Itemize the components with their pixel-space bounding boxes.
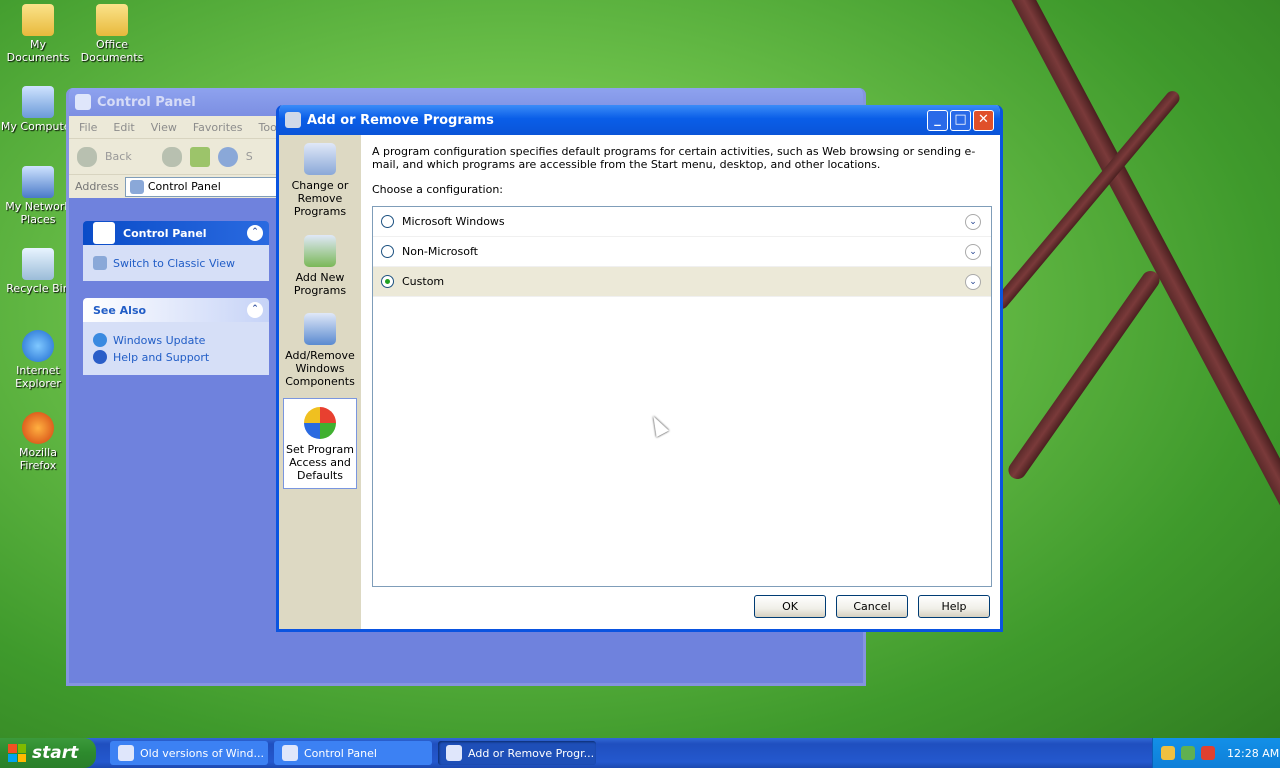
control-panel-checkmark-icon <box>93 222 115 244</box>
help-icon <box>93 350 107 364</box>
my-computer-icon <box>22 86 54 118</box>
radio-button[interactable] <box>381 215 394 228</box>
address-label: Address <box>75 180 119 193</box>
sidebar-program-access-defaults[interactable]: Set Program Access and Defaults <box>283 398 357 489</box>
desktop-icon-office-documents[interactable]: Office Documents <box>74 4 150 64</box>
taskbar: start Old versions of Wind... Control Pa… <box>0 738 1280 768</box>
expand-chevron-icon[interactable]: ⌄ <box>965 214 981 230</box>
system-tray: 12:28 AM <box>1152 738 1280 768</box>
add-remove-programs-icon <box>285 112 301 128</box>
recycle-bin-icon <box>22 248 54 280</box>
task-pane-control-panel: Control Panel ⌃ Switch to Classic View <box>83 221 269 281</box>
search-icon[interactable] <box>217 146 238 167</box>
arp-main: A program configuration specifies defaul… <box>361 135 1000 629</box>
choose-config-label: Choose a configuration: <box>372 183 504 196</box>
firefox-icon <box>22 412 54 444</box>
change-remove-icon <box>304 143 336 175</box>
tray-security-icon[interactable] <box>1181 746 1195 760</box>
arp-titlebar[interactable]: Add or Remove Programs _ □ ✕ <box>279 105 1000 135</box>
my-documents-icon <box>22 4 54 36</box>
ie-icon <box>118 745 134 761</box>
pane-header[interactable]: Control Panel ⌃ <box>83 221 269 245</box>
start-button[interactable]: start <box>0 738 96 768</box>
radio-button[interactable] <box>381 245 394 258</box>
windows-update-link[interactable]: Windows Update <box>93 333 259 347</box>
desktop-icon-network[interactable]: My Network Places <box>0 166 76 226</box>
add-new-icon <box>304 235 336 267</box>
expand-chevron-icon[interactable]: ⌄ <box>965 244 981 260</box>
tray-network-icon[interactable] <box>1161 746 1175 760</box>
switch-classic-view-link[interactable]: Switch to Classic View <box>93 256 259 270</box>
menu-edit[interactable]: Edit <box>113 121 134 134</box>
taskbar-item-control-panel[interactable]: Control Panel <box>274 741 432 765</box>
sidebar-windows-components[interactable]: Add/Remove Windows Components <box>283 313 357 388</box>
desktop-icon-recycle-bin[interactable]: Recycle Bin <box>0 248 76 295</box>
taskbar-item-old-versions[interactable]: Old versions of Wind... <box>110 741 268 765</box>
ok-button[interactable]: OK <box>754 595 826 618</box>
desktop-icon-my-computer[interactable]: My Computer <box>0 86 76 133</box>
clock[interactable]: 12:28 AM <box>1227 747 1279 760</box>
classic-view-icon <box>93 256 107 270</box>
wallpaper-branch <box>990 0 1280 755</box>
pane-body: Switch to Classic View <box>83 245 269 281</box>
maximize-button[interactable]: □ <box>950 109 971 131</box>
config-option-custom[interactable]: Custom ⌄ <box>373 267 991 297</box>
windows-flag-icon <box>8 744 26 762</box>
minimize-button[interactable]: _ <box>927 109 948 131</box>
dialog-buttons: OK Cancel Help <box>754 595 990 618</box>
wallpaper-branch <box>1004 267 1164 483</box>
radio-button-checked[interactable] <box>381 275 394 288</box>
collapse-icon[interactable]: ⌃ <box>247 302 263 318</box>
cancel-button[interactable]: Cancel <box>836 595 908 618</box>
help-button[interactable]: Help <box>918 595 990 618</box>
config-option-microsoft-windows[interactable]: Microsoft Windows ⌄ <box>373 207 991 237</box>
defaults-icon <box>304 407 336 439</box>
config-option-non-microsoft[interactable]: Non-Microsoft ⌄ <box>373 237 991 267</box>
add-remove-programs-icon <box>446 745 462 761</box>
sidebar-change-remove-programs[interactable]: Change or Remove Programs <box>283 143 357 218</box>
help-support-link[interactable]: Help and Support <box>93 350 259 364</box>
description-text: A program configuration specifies defaul… <box>372 145 976 171</box>
window-title: Add or Remove Programs <box>307 112 494 128</box>
desktop-icon-my-documents[interactable]: My Documents <box>0 4 76 64</box>
arp-sidebar: Change or Remove Programs Add New Progra… <box>279 135 361 629</box>
desktop-icon-firefox[interactable]: Mozilla Firefox <box>0 412 76 472</box>
control-panel-icon <box>75 94 91 110</box>
menu-view[interactable]: View <box>151 121 177 134</box>
desktop-icon-internet-explorer[interactable]: Internet Explorer <box>0 330 76 390</box>
address-field[interactable]: Control Panel <box>124 176 285 197</box>
collapse-icon[interactable]: ⌃ <box>247 225 263 241</box>
forward-button[interactable] <box>161 146 182 167</box>
menu-file[interactable]: File <box>79 121 97 134</box>
pane-header[interactable]: See Also ⌃ <box>83 298 269 322</box>
sidebar-add-new-programs[interactable]: Add New Programs <box>283 235 357 297</box>
back-button[interactable]: Back <box>105 150 132 163</box>
folder-icon <box>96 4 128 36</box>
windows-update-icon <box>93 333 107 347</box>
tray-shield-icon[interactable] <box>1201 746 1215 760</box>
close-button[interactable]: ✕ <box>973 109 994 131</box>
expand-chevron-icon[interactable]: ⌄ <box>965 274 981 290</box>
back-arrow-icon <box>77 146 97 167</box>
taskbar-item-add-remove-programs[interactable]: Add or Remove Progr... <box>438 741 596 765</box>
network-icon <box>22 166 54 198</box>
control-panel-icon <box>129 179 144 194</box>
control-panel-icon <box>282 745 298 761</box>
menu-favorites[interactable]: Favorites <box>193 121 243 134</box>
components-icon <box>304 313 336 345</box>
window-title: Control Panel <box>97 94 196 110</box>
ie-icon <box>22 330 54 362</box>
pane-body: Windows Update Help and Support <box>83 322 269 375</box>
task-pane-see-also: See Also ⌃ Windows Update Help and Suppo… <box>83 298 269 375</box>
config-list: Microsoft Windows ⌄ Non-Microsoft ⌄ Cust… <box>372 206 992 587</box>
up-folder-icon[interactable] <box>189 146 210 167</box>
search-button-fragment[interactable]: S <box>246 150 253 163</box>
add-remove-programs-window[interactable]: Add or Remove Programs _ □ ✕ Change or R… <box>276 105 1003 632</box>
